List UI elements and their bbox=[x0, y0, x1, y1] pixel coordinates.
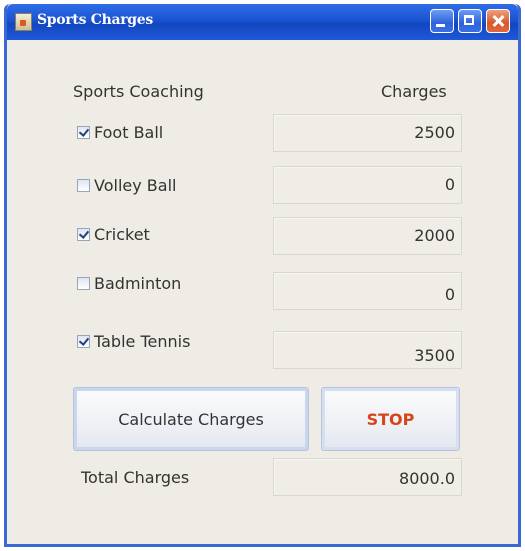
checkbox-checked-icon[interactable] bbox=[77, 334, 90, 348]
cricket-charge-field[interactable]: 2000 bbox=[273, 217, 462, 255]
charges-header: Charges bbox=[381, 82, 447, 101]
table-tennis-checkbox[interactable]: Table Tennis bbox=[77, 329, 190, 353]
badminton-label: Badminton bbox=[94, 273, 182, 293]
badminton-checkbox[interactable]: Badminton bbox=[77, 271, 181, 295]
cricket-label: Cricket bbox=[94, 224, 150, 244]
sports-coaching-header: Sports Coaching bbox=[73, 82, 204, 101]
table-tennis-label: Table Tennis bbox=[94, 331, 191, 351]
close-icon[interactable] bbox=[486, 9, 510, 33]
minimize-icon[interactable] bbox=[430, 9, 454, 33]
volleyball-label: Volley Ball bbox=[94, 175, 177, 195]
cricket-charge-value: 2000 bbox=[414, 226, 455, 245]
total-charges-field[interactable]: 8000.0 bbox=[273, 458, 462, 496]
calculate-charges-button[interactable]: Calculate Charges bbox=[73, 387, 309, 451]
app-window: Sports Charges Sports Coaching Charges F… bbox=[4, 4, 521, 547]
checkbox-checked-icon[interactable] bbox=[77, 125, 90, 139]
total-charges-label: Total Charges bbox=[81, 468, 190, 487]
checkbox-unchecked-icon[interactable] bbox=[77, 178, 90, 192]
football-label: Foot Ball bbox=[94, 122, 164, 142]
checkbox-checked-icon[interactable] bbox=[77, 227, 90, 241]
total-charges-value: 8000.0 bbox=[399, 469, 455, 488]
volleyball-checkbox[interactable]: Volley Ball bbox=[77, 173, 176, 197]
form-panel: Sports Coaching Charges Foot Ball 2500 V… bbox=[7, 40, 518, 544]
cricket-checkbox[interactable]: Cricket bbox=[77, 222, 150, 246]
football-charge-field[interactable]: 2500 bbox=[273, 114, 462, 152]
title-bar[interactable]: Sports Charges bbox=[7, 4, 518, 40]
stop-button[interactable]: STOP bbox=[321, 387, 460, 451]
table-tennis-charge-value: 3500 bbox=[414, 346, 455, 365]
checkbox-unchecked-icon[interactable] bbox=[77, 276, 90, 290]
volleyball-charge-field[interactable]: 0 bbox=[273, 166, 462, 204]
window-title: Sports Charges bbox=[37, 12, 153, 28]
badminton-charge-field[interactable]: 0 bbox=[273, 272, 462, 310]
badminton-charge-value: 0 bbox=[444, 285, 455, 304]
table-tennis-charge-field[interactable]: 3500 bbox=[273, 331, 462, 369]
maximize-icon[interactable] bbox=[458, 9, 482, 33]
football-charge-value: 2500 bbox=[414, 123, 455, 142]
volleyball-charge-value: 0 bbox=[444, 175, 455, 194]
app-icon bbox=[15, 13, 32, 31]
football-checkbox[interactable]: Foot Ball bbox=[77, 120, 163, 144]
